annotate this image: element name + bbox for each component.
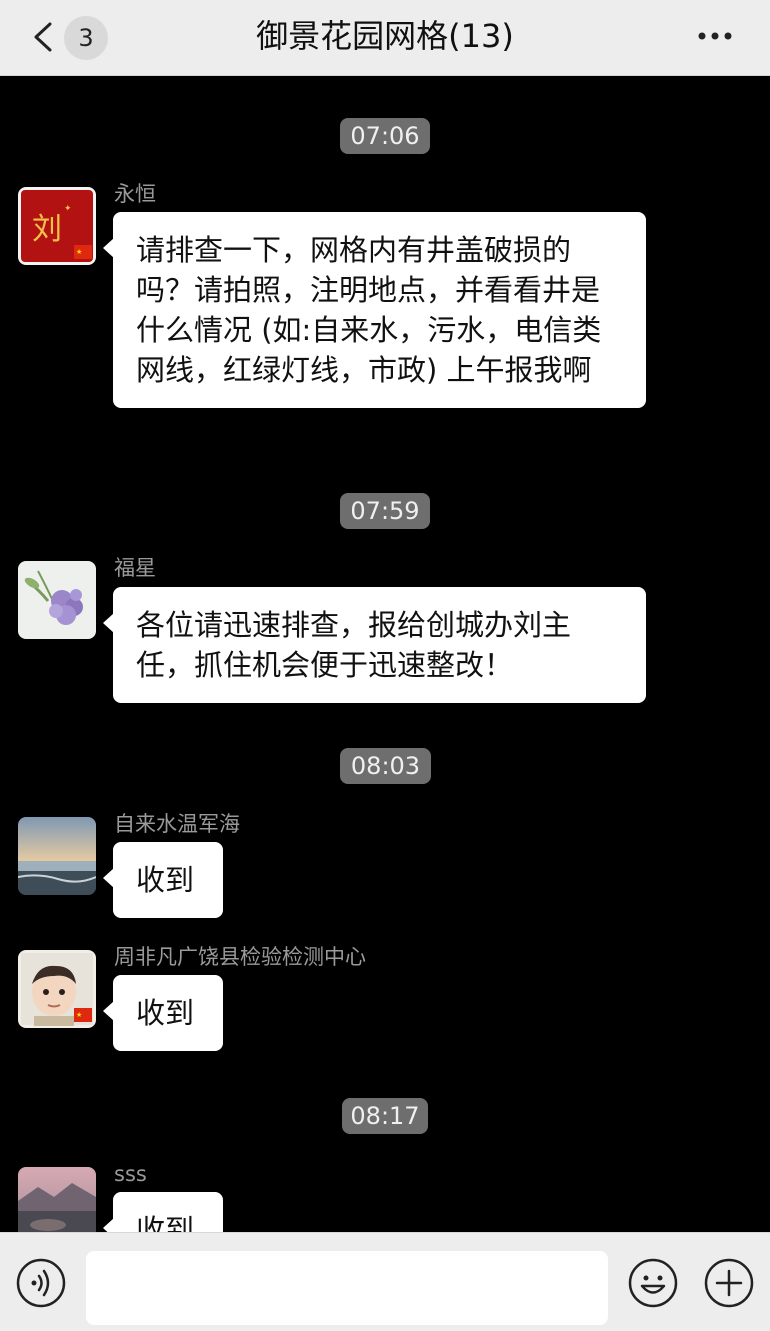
lilac-flower-avatar xyxy=(18,561,96,639)
sender-name: 永恒 xyxy=(114,182,156,206)
message-bubble[interactable]: 各位请迅速排查，报给创城办刘主任，抓住机会便于迅速整改！ xyxy=(103,587,646,703)
timestamp: 07:59 xyxy=(340,493,430,529)
avatar[interactable]: 刘 ✦ ★ xyxy=(18,187,96,265)
child-photo-avatar: ★ xyxy=(18,950,96,1028)
input-bar xyxy=(0,1232,770,1331)
message-input[interactable] xyxy=(86,1251,608,1325)
avatar[interactable] xyxy=(18,561,96,639)
message-bubble[interactable]: 收到 xyxy=(103,975,223,1051)
message-bubble[interactable]: 收到 xyxy=(103,1192,223,1232)
sender-name: 福星 xyxy=(114,556,156,580)
avatar[interactable] xyxy=(18,817,96,895)
seascape-avatar xyxy=(18,817,96,895)
more-dots-icon[interactable] xyxy=(690,18,740,54)
avatar[interactable] xyxy=(18,1167,96,1232)
timestamp: 07:06 xyxy=(340,118,430,154)
svg-text:✦: ✦ xyxy=(64,204,72,214)
timestamp: 08:17 xyxy=(342,1098,428,1134)
message-list[interactable]: 07:06 刘 ✦ ★ 永恒 请排查一下，网格内有井盖破损的吗？请拍照，注明地点… xyxy=(0,77,770,1232)
plus-icon[interactable] xyxy=(703,1257,755,1309)
avatar[interactable]: ★ xyxy=(18,950,96,1028)
chat-title: 御景花园网格(13) xyxy=(256,17,514,55)
back-button[interactable]: 3 xyxy=(22,12,112,60)
timestamp: 08:03 xyxy=(340,748,431,784)
emoji-icon[interactable] xyxy=(627,1257,679,1309)
svg-text:★: ★ xyxy=(76,248,82,256)
sender-name: 周非凡广饶县检验检测中心 xyxy=(114,945,366,969)
chevron-left-icon xyxy=(34,22,52,52)
red-calligraphy-avatar: 刘 ✦ ★ xyxy=(18,187,96,265)
chat-header: 3 御景花园网格(13) xyxy=(0,0,770,76)
svg-text:刘: 刘 xyxy=(32,212,62,247)
message-bubble[interactable]: 收到 xyxy=(103,842,223,918)
voice-icon[interactable] xyxy=(15,1257,67,1309)
message-bubble[interactable]: 请排查一下，网格内有井盖破损的吗？请拍照，注明地点，并看看井是什么情况 (如:自… xyxy=(103,212,646,408)
sender-name: sss xyxy=(114,1162,147,1186)
sender-name: 自来水温军海 xyxy=(114,812,240,836)
svg-text:★: ★ xyxy=(76,1011,82,1019)
unread-count-badge: 3 xyxy=(64,16,108,60)
landscape-avatar xyxy=(18,1167,96,1232)
